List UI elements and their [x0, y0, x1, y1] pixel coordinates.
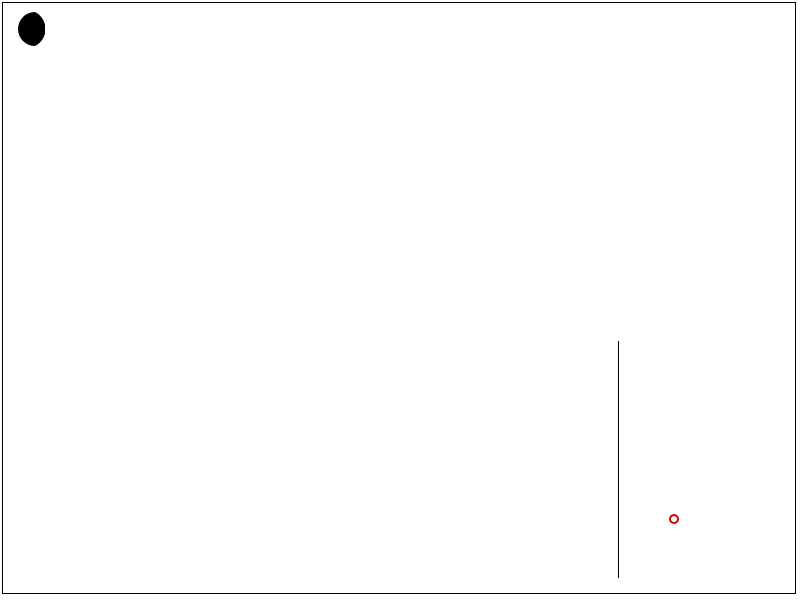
lowell-crescent-icon: [18, 12, 45, 46]
legend-negative: [669, 513, 686, 529]
skymap-plot: [43, 59, 549, 565]
legend-positive: [668, 395, 674, 415]
colorbar-axis-rail: [618, 341, 619, 578]
doppler-colorbar: [593, 341, 615, 578]
circle-marker-icon: [669, 514, 679, 524]
